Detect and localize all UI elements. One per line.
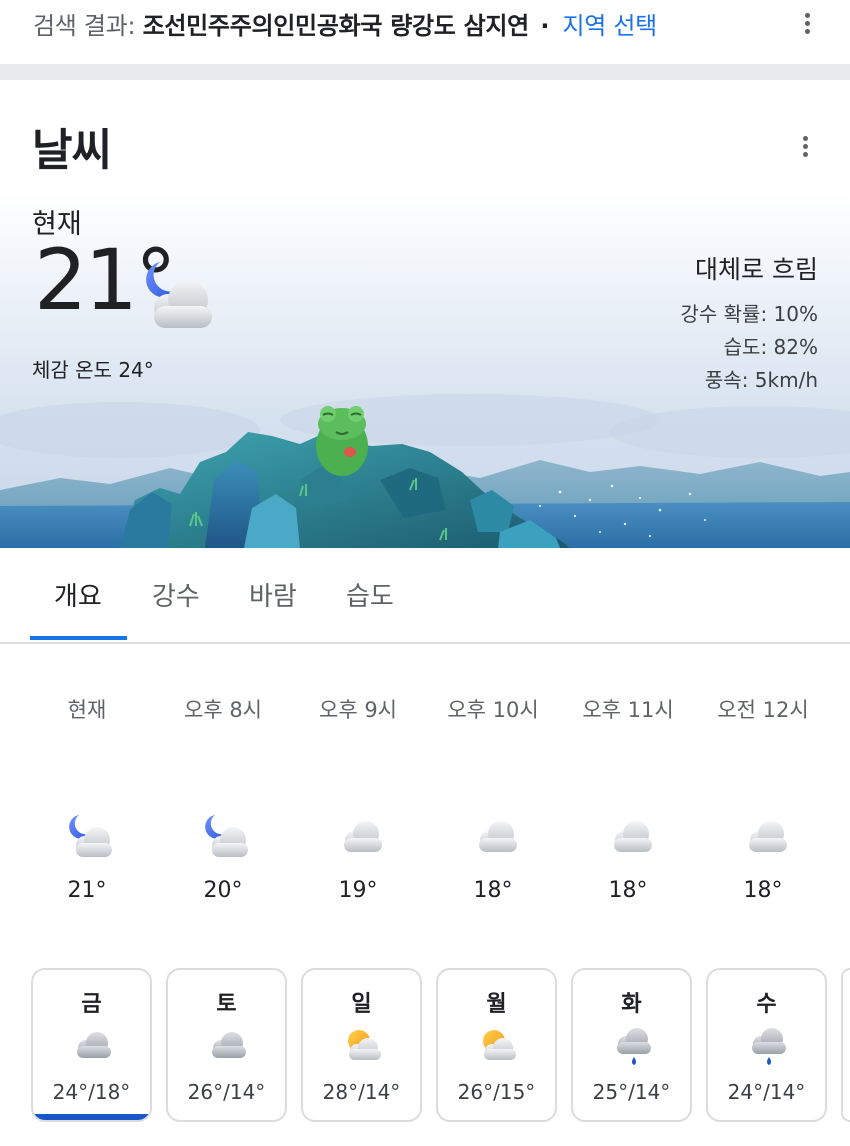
day-temp-range: 24°/18°	[52, 1080, 131, 1104]
day-temp-range: 26°/15°	[457, 1080, 536, 1104]
tab-overview[interactable]: 개요	[54, 576, 102, 613]
day-card-tue[interactable]: 화 25°/14°	[571, 968, 692, 1122]
day-name: 일	[351, 992, 372, 1017]
day-card-mon[interactable]: 월 26°/15°	[436, 968, 557, 1122]
humidity-value: 습도: 82%	[723, 335, 818, 359]
day-name: 화	[621, 992, 642, 1017]
section-divider	[0, 64, 850, 80]
day-temp-range: 28°/14°	[322, 1080, 401, 1104]
search-location: 조선민주주의인민공화국 량강도 삼지연	[142, 12, 530, 40]
tab-wind[interactable]: 바람	[249, 576, 297, 613]
cloud-icon	[749, 821, 787, 852]
day-name: 금	[81, 992, 102, 1017]
hour-temp: 18°	[743, 878, 783, 903]
cloud-icon	[479, 821, 517, 852]
hour-time: 현재	[67, 698, 107, 722]
hour-temp: 18°	[473, 878, 513, 903]
wind-speed: 풍속: 5km/h	[704, 368, 818, 392]
hour-time: 오전 12시	[717, 698, 809, 722]
moon-cloud-icon	[146, 262, 212, 328]
moon-cloud-icon	[205, 815, 248, 857]
sun-cloud-icon	[348, 1030, 381, 1060]
weather-more-icon[interactable]	[793, 133, 817, 163]
tab-active-indicator	[30, 636, 127, 640]
day-selected-bar	[33, 1114, 150, 1120]
day-name: 월	[486, 992, 507, 1017]
weather-tabs: 개요 강수 바람 습도	[0, 548, 850, 644]
day-name: 토	[216, 992, 237, 1017]
cloud-icon	[77, 1032, 111, 1058]
hour-time: 오후 8시	[184, 698, 262, 722]
day-card-partial[interactable]	[841, 968, 850, 1122]
search-location-line: 검색 결과: 조선민주주의인민공화국 량강도 삼지연 · 지역 선택	[33, 6, 657, 41]
day-card-sun[interactable]: 일 28°/14°	[301, 968, 422, 1122]
cloud-icon	[344, 821, 382, 852]
frog-mascot	[316, 406, 368, 476]
rain-cloud-icon	[617, 1028, 651, 1065]
hour-temp: 21°	[67, 878, 107, 903]
cloud-icon	[212, 1032, 246, 1058]
day-card-sat[interactable]: 토 26°/14°	[166, 968, 287, 1122]
day-temp-range: 25°/14°	[592, 1080, 671, 1104]
precip-chance: 강수 확률: 10%	[680, 302, 818, 326]
day-card-wed[interactable]: 수 24°/14°	[706, 968, 827, 1122]
weather-title: 날씨	[32, 125, 112, 176]
hour-time: 오후 10시	[447, 698, 539, 722]
hour-temp: 20°	[203, 878, 243, 903]
hour-temp: 18°	[608, 878, 648, 903]
cloud-icon	[614, 821, 652, 852]
search-header: 검색 결과: 조선민주주의인민공화국 량강도 삼지연 · 지역 선택	[0, 0, 850, 64]
hour-time: 오후 9시	[319, 698, 397, 722]
region-select-link[interactable]: 지역 선택	[562, 12, 657, 40]
condition-text: 대체로 흐림	[695, 255, 818, 284]
search-prefix: 검색 결과:	[33, 12, 136, 40]
tab-precipitation[interactable]: 강수	[152, 576, 200, 613]
moon-cloud-icon	[69, 815, 112, 857]
feels-like: 체감 온도 24°	[32, 358, 154, 382]
more-options-icon[interactable]	[795, 10, 819, 40]
hourly-forecast: 현재 21° 오후 8시 20° 오후 9시 19° 오후 10시 18° 오후…	[0, 646, 850, 946]
tab-humidity[interactable]: 습도	[346, 576, 394, 613]
hour-time: 오후 11시	[582, 698, 674, 722]
rain-cloud-icon	[752, 1028, 786, 1065]
daily-forecast: 금 24°/18° 토 26°/14° 일 28°/14° 월 26°/15°	[0, 966, 850, 1146]
sun-cloud-icon	[483, 1030, 516, 1060]
day-card-fri[interactable]: 금 24°/18°	[31, 968, 152, 1122]
day-temp-range: 24°/14°	[727, 1080, 806, 1104]
weather-hero: 날씨 현재 21° 체감 온도 24° 대체로 흐림 강수 확률: 10% 습도…	[0, 80, 850, 548]
hour-temp: 19°	[338, 878, 378, 903]
day-temp-range: 26°/14°	[187, 1080, 266, 1104]
separator-dot: ·	[540, 12, 550, 40]
day-name: 수	[756, 992, 777, 1017]
